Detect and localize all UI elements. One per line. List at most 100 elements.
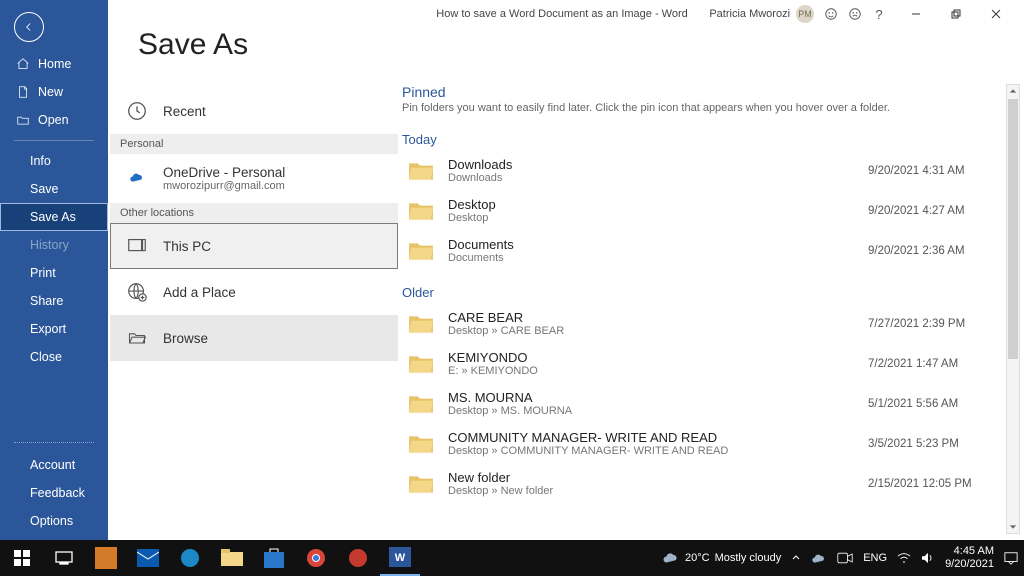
svg-text:W: W — [395, 552, 406, 564]
frown-icon[interactable] — [848, 7, 862, 21]
folder-date: 9/20/2021 4:27 AM — [868, 205, 1018, 217]
tray-meet-now-icon[interactable] — [837, 552, 853, 564]
window-minimize-button[interactable] — [896, 0, 936, 28]
taskbar-word[interactable]: W — [380, 540, 420, 576]
nav-info[interactable]: Info — [0, 147, 108, 175]
pc-icon — [125, 234, 149, 258]
tray-clock[interactable]: 4:45 AM 9/20/2021 — [945, 545, 994, 570]
folder-row[interactable]: CARE BEARDesktop » CARE BEAR7/27/2021 2:… — [402, 304, 1024, 344]
taskbar-weather[interactable]: 20°C Mostly cloudy — [662, 550, 781, 566]
clock-icon — [125, 99, 149, 123]
help-icon[interactable]: ? — [872, 7, 886, 21]
folder-row[interactable]: DesktopDesktop9/20/2021 4:27 AM — [402, 191, 1024, 231]
back-button[interactable] — [14, 12, 44, 42]
nav-feedback[interactable]: Feedback — [0, 479, 108, 507]
window-close-button[interactable] — [976, 0, 1016, 28]
location-onedrive[interactable]: OneDrive - Personal mworozipurr@gmail.co… — [110, 154, 398, 203]
window-restore-button[interactable] — [936, 0, 976, 28]
taskbar-app-1[interactable] — [86, 540, 126, 576]
location-browse[interactable]: Browse — [110, 315, 398, 361]
nav-share[interactable]: Share — [0, 287, 108, 315]
folder-path: Desktop » MS. MOURNA — [448, 405, 868, 417]
folder-name: COMMUNITY MANAGER- WRITE AND READ — [448, 430, 868, 445]
tray-time: 4:45 AM — [945, 545, 994, 558]
taskbar-edge[interactable] — [170, 540, 210, 576]
nav-save-as[interactable]: Save As — [0, 203, 108, 231]
add-place-label: Add a Place — [163, 285, 236, 300]
folder-path: Desktop — [448, 212, 868, 224]
folder-date: 7/27/2021 2:39 PM — [868, 318, 1018, 330]
location-recent[interactable]: Recent — [110, 88, 398, 134]
folder-open-icon — [125, 326, 149, 350]
folder-name: KEMIYONDO — [448, 350, 868, 365]
folder-row[interactable]: DocumentsDocuments9/20/2021 2:36 AM — [402, 231, 1024, 271]
scroll-up-arrow[interactable] — [1007, 85, 1019, 97]
nav-home[interactable]: Home — [0, 50, 108, 78]
location-add-place[interactable]: Add a Place — [110, 269, 398, 315]
folder-row[interactable]: New folderDesktop » New folder2/15/2021 … — [402, 464, 1024, 504]
section-today: Today — [402, 126, 1024, 151]
onedrive-name: OneDrive - Personal — [163, 165, 285, 180]
nav-new[interactable]: New — [0, 78, 108, 106]
browse-label: Browse — [163, 331, 208, 346]
folder-date: 5/1/2021 5:56 AM — [868, 398, 1018, 410]
nav-home-label: Home — [38, 57, 71, 71]
nav-close[interactable]: Close — [0, 343, 108, 371]
folder-path: Desktop » New folder — [448, 485, 868, 497]
folder-name: Desktop — [448, 197, 868, 212]
weather-temp: 20°C — [685, 552, 710, 564]
start-button[interactable] — [2, 540, 42, 576]
taskbar-chrome[interactable] — [296, 540, 336, 576]
folder-row[interactable]: DownloadsDownloads9/20/2021 4:31 AM — [402, 151, 1024, 191]
taskbar-explorer[interactable] — [212, 540, 252, 576]
personal-header: Personal — [110, 134, 398, 154]
folder-row[interactable]: KEMIYONDOE: » KEMIYONDO7/2/2021 1:47 AM — [402, 344, 1024, 384]
tray-notifications-icon[interactable] — [1004, 551, 1018, 565]
folder-name: New folder — [448, 470, 868, 485]
nav-account[interactable]: Account — [0, 451, 108, 479]
nav-open-label: Open — [38, 113, 69, 127]
folder-date: 9/20/2021 2:36 AM — [868, 245, 1018, 257]
other-locations-header: Other locations — [110, 203, 398, 223]
page-heading: Save As — [108, 28, 248, 76]
nav-export[interactable]: Export — [0, 315, 108, 343]
nav-print[interactable]: Print — [0, 259, 108, 287]
folder-icon — [408, 160, 434, 182]
backstage-sidebar: Home New Open Info Save Save As History … — [0, 0, 108, 540]
windows-taskbar: W 20°C Mostly cloudy ENG 4:45 AM 9/20/20… — [0, 540, 1024, 576]
folder-row[interactable]: MS. MOURNADesktop » MS. MOURNA5/1/2021 5… — [402, 384, 1024, 424]
tray-language[interactable]: ENG — [863, 552, 887, 564]
folder-date: 2/15/2021 12:05 PM — [868, 478, 1018, 490]
nav-history: History — [0, 231, 108, 259]
document-title: How to save a Word Document as an Image … — [436, 8, 687, 20]
folder-name: Downloads — [448, 157, 868, 172]
folder-icon — [408, 240, 434, 262]
tray-volume-icon[interactable] — [921, 552, 935, 564]
nav-save[interactable]: Save — [0, 175, 108, 203]
smiley-icon[interactable] — [824, 7, 838, 21]
folder-icon — [408, 473, 434, 495]
folder-icon — [408, 353, 434, 375]
user-account[interactable]: Patricia Mworozi PM — [709, 5, 814, 23]
scroll-thumb[interactable] — [1008, 99, 1018, 359]
location-this-pc[interactable]: This PC — [110, 223, 398, 269]
folder-path: Desktop » CARE BEAR — [448, 325, 868, 337]
taskbar-mail[interactable] — [128, 540, 168, 576]
taskbar-store[interactable] — [254, 540, 294, 576]
folder-path: Downloads — [448, 172, 868, 184]
onedrive-email: mworozipurr@gmail.com — [163, 180, 285, 192]
nav-open[interactable]: Open — [0, 106, 108, 134]
folder-row[interactable]: COMMUNITY MANAGER- WRITE AND READDesktop… — [402, 424, 1024, 464]
folder-icon — [408, 200, 434, 222]
tray-wifi-icon[interactable] — [897, 552, 911, 564]
taskbar-app-2[interactable] — [338, 540, 378, 576]
folder-date: 3/5/2021 5:23 PM — [868, 438, 1018, 450]
tray-chevron-icon[interactable] — [791, 553, 801, 563]
tray-onedrive-icon[interactable] — [811, 552, 827, 564]
nav-options[interactable]: Options — [0, 507, 108, 540]
scrollbar[interactable] — [1006, 84, 1020, 534]
folder-path: Desktop » COMMUNITY MANAGER- WRITE AND R… — [448, 445, 868, 457]
scroll-down-arrow[interactable] — [1007, 521, 1019, 533]
tray-date: 9/20/2021 — [945, 558, 994, 571]
task-view-button[interactable] — [44, 540, 84, 576]
